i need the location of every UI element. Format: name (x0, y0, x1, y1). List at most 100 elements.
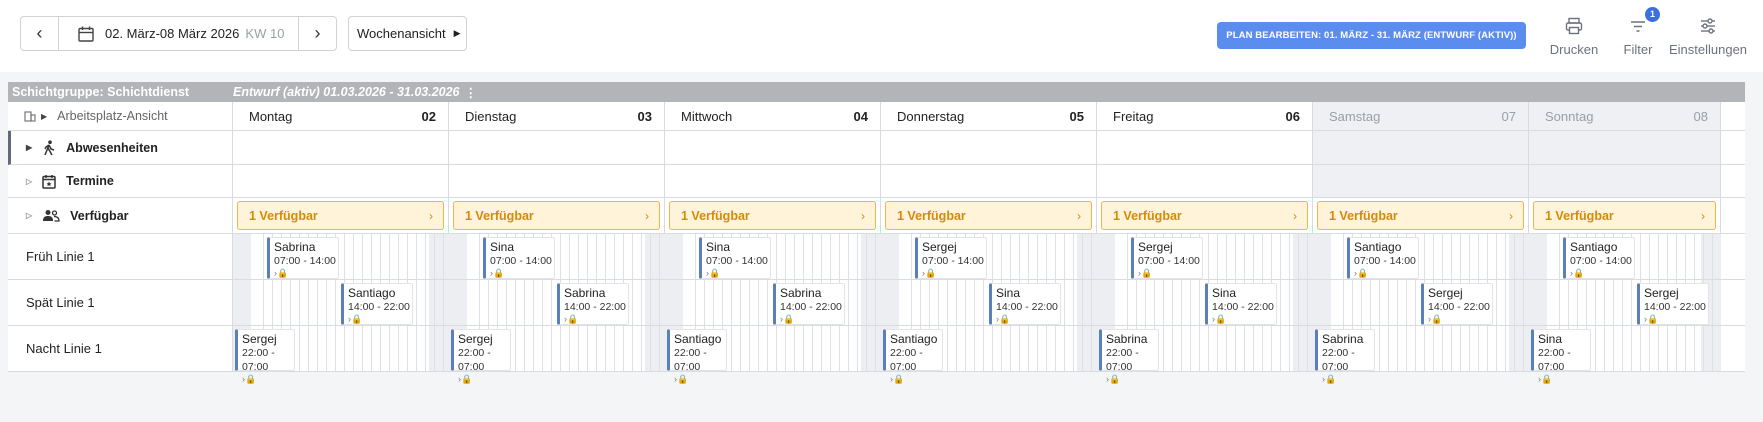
shift-card[interactable]: Sina 07:00 - 14:00 ›🔒 (483, 237, 555, 279)
shift-cell[interactable]: Sergej 22:00 - 07:00 ›🔒 (233, 326, 449, 384)
shift-cell[interactable]: Sabrina 14:00 - 22:00 ›🔒 (449, 280, 665, 325)
shift-cell[interactable]: Sergej 07:00 - 14:00 ›🔒 (881, 234, 1097, 279)
shift-card[interactable]: Sergej 22:00 - 07:00 ›🔒 (235, 329, 295, 384)
day-header[interactable]: Freitag 06 (1097, 102, 1313, 130)
lock-icon: ›🔒 (1570, 268, 1585, 278)
shift-row: Früh Linie 1 Sabrina 07:00 - 14:00 ›🔒 Sina 07… (8, 234, 1745, 280)
shift-card[interactable]: Sina 07:00 - 14:00 ›🔒 (699, 237, 771, 279)
day-cell[interactable] (665, 131, 881, 164)
shift-cell[interactable]: Sergej 22:00 - 07:00 ›🔒 (449, 326, 665, 384)
shift-card[interactable]: Sina 14:00 - 22:00 ›🔒 (1205, 283, 1277, 325)
shift-cell[interactable]: Sergej 14:00 - 22:00 ›🔒 (1313, 280, 1529, 325)
day-header[interactable]: Dienstag 03 (449, 102, 665, 130)
shift-card[interactable]: Santiago 14:00 - 22:00 ›🔒 (341, 283, 413, 325)
edit-plan-button[interactable]: PLAN BEARBEITEN: 01. MÄRZ - 31. MÄRZ (EN… (1217, 22, 1526, 49)
day-header[interactable]: Montag 02 (233, 102, 449, 130)
day-cell[interactable] (665, 165, 881, 197)
shift-card[interactable]: Santiago 07:00 - 14:00 ›🔒 (1347, 237, 1419, 279)
hour-line (1451, 234, 1452, 279)
shift-card[interactable]: Sabrina 22:00 - 07:00 ›🔒 (1315, 329, 1375, 384)
shift-cell[interactable]: Santiago 22:00 - 07:00 ›🔒 (665, 326, 881, 384)
shift-card[interactable]: Sergej 14:00 - 22:00 ›🔒 (1421, 283, 1493, 325)
hour-line (1019, 234, 1020, 279)
shift-cell[interactable]: Sina 14:00 - 22:00 ›🔒 (1097, 280, 1313, 325)
day-cell[interactable] (1097, 131, 1313, 164)
shift-cell[interactable]: Santiago 07:00 - 14:00 ›🔒 (1313, 234, 1529, 279)
shift-card[interactable]: Sergej 07:00 - 14:00 ›🔒 (1131, 237, 1203, 279)
hour-line (848, 326, 849, 371)
shift-card[interactable]: Santiago 07:00 - 14:00 ›🔒 (1563, 237, 1635, 279)
prev-week-button[interactable]: ‹ (21, 17, 59, 50)
available-button[interactable]: 1 Verfügbar › (669, 201, 876, 230)
hour-line (497, 280, 498, 325)
day-cell[interactable] (233, 131, 449, 164)
shift-cell[interactable]: Sina 07:00 - 14:00 ›🔒 (449, 234, 665, 279)
day-cell[interactable] (881, 131, 1097, 164)
shift-card[interactable]: Sergej 14:00 - 22:00 ›🔒 (1637, 283, 1709, 325)
available-button[interactable]: 1 Verfügbar › (1101, 201, 1308, 230)
day-cell[interactable] (881, 165, 1097, 197)
group-menu-icon[interactable]: ⋮ (465, 85, 478, 100)
day-cell[interactable] (1313, 165, 1529, 197)
day-header[interactable]: Sonntag 08 (1529, 102, 1721, 130)
shift-card[interactable]: Santiago 22:00 - 07:00 ›🔒 (667, 329, 727, 384)
day-number: 05 (1069, 108, 1084, 124)
shift-cell[interactable]: Sabrina 07:00 - 14:00 ›🔒 (233, 234, 449, 279)
date-range-picker[interactable]: 02. März-08 März 2026 KW 10 (59, 25, 284, 43)
employee-name: Sergej (458, 332, 493, 346)
available-button[interactable]: 1 Verfügbar › (1533, 201, 1716, 230)
available-button[interactable]: 1 Verfügbar › (885, 201, 1092, 230)
shift-card[interactable]: Santiago 22:00 - 07:00 ›🔒 (883, 329, 943, 384)
available-cell: 1 Verfügbar › (665, 198, 881, 233)
shift-cell[interactable]: Santiago 22:00 - 07:00 ›🔒 (881, 326, 1097, 384)
workplace-view-toggle[interactable]: ▶ Arbeitsplatz-Ansicht (8, 102, 233, 130)
available-button[interactable]: 1 Verfügbar › (1317, 201, 1524, 230)
hour-line (659, 326, 660, 371)
day-cell[interactable] (449, 165, 665, 197)
shift-card[interactable]: Sabrina 14:00 - 22:00 ›🔒 (773, 283, 845, 325)
shift-cell[interactable]: Sabrina 22:00 - 07:00 ›🔒 (1097, 326, 1313, 384)
appointments-toggle[interactable]: ▷ Termine (8, 165, 233, 197)
shift-cell[interactable]: Santiago 14:00 - 22:00 ›🔒 (233, 280, 449, 325)
hour-line (830, 326, 831, 371)
shift-card[interactable]: Sina 22:00 - 07:00 ›🔒 (1531, 329, 1591, 384)
day-cell[interactable] (1529, 131, 1721, 164)
hour-line (515, 280, 516, 325)
day-header[interactable]: Donnerstag 05 (881, 102, 1097, 130)
off-hours-shade (645, 326, 665, 371)
available-toggle[interactable]: ▷ Verfügbar (8, 198, 233, 233)
hour-line (1442, 326, 1443, 371)
shift-card[interactable]: Sina 14:00 - 22:00 ›🔒 (989, 283, 1061, 325)
day-cell[interactable] (233, 165, 449, 197)
hour-line (875, 234, 876, 279)
shift-card[interactable]: Sabrina 22:00 - 07:00 ›🔒 (1099, 329, 1159, 384)
hour-line (1190, 326, 1191, 371)
shift-card[interactable]: Sabrina 14:00 - 22:00 ›🔒 (557, 283, 629, 325)
shift-cell[interactable]: Sergej 14:00 - 22:00 ›🔒 (1529, 280, 1721, 325)
day-cell[interactable] (1313, 131, 1529, 164)
lock-icon: ›🔒 (242, 374, 257, 384)
day-cell[interactable] (1097, 165, 1313, 197)
shift-cell[interactable]: Sabrina 22:00 - 07:00 ›🔒 (1313, 326, 1529, 384)
shift-cell[interactable]: Sabrina 14:00 - 22:00 ›🔒 (665, 280, 881, 325)
shift-cell[interactable]: Santiago 07:00 - 14:00 ›🔒 (1529, 234, 1721, 279)
next-week-button[interactable]: › (298, 17, 336, 50)
day-cell[interactable] (449, 131, 665, 164)
shift-card[interactable]: Sabrina 07:00 - 14:00 ›🔒 (267, 237, 339, 279)
shift-cell[interactable]: Sina 22:00 - 07:00 ›🔒 (1529, 326, 1721, 384)
settings-button[interactable]: Einstellungen (1666, 14, 1750, 57)
day-header[interactable]: Samstag 07 (1313, 102, 1529, 130)
day-header[interactable]: Mittwoch 04 (665, 102, 881, 130)
available-button[interactable]: 1 Verfügbar › (237, 201, 444, 230)
shift-cell[interactable]: Sina 07:00 - 14:00 ›🔒 (665, 234, 881, 279)
available-button[interactable]: 1 Verfügbar › (453, 201, 660, 230)
day-cell[interactable] (1529, 165, 1721, 197)
shift-card[interactable]: Sergej 22:00 - 07:00 ›🔒 (451, 329, 511, 384)
absences-toggle[interactable]: ▶ Abwesenheiten (11, 131, 233, 164)
shift-cell[interactable]: Sina 14:00 - 22:00 ›🔒 (881, 280, 1097, 325)
hour-line (479, 280, 480, 325)
view-select[interactable]: Wochenansicht ▶ (348, 16, 467, 51)
shift-card[interactable]: Sergej 07:00 - 14:00 ›🔒 (915, 237, 987, 279)
shift-cell[interactable]: Sergej 07:00 - 14:00 ›🔒 (1097, 234, 1313, 279)
hour-line (263, 280, 264, 325)
